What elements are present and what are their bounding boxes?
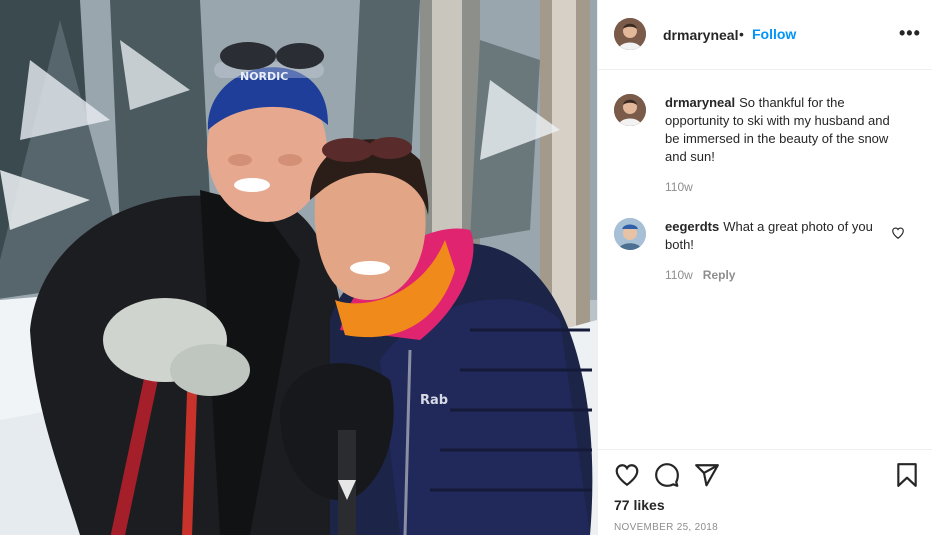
hat-logo: NORDIC: [240, 70, 288, 83]
avatar-image: [614, 18, 646, 50]
more-options-icon[interactable]: •••: [899, 23, 920, 43]
comment-username[interactable]: eegerdts: [665, 219, 719, 234]
reply-button[interactable]: Reply: [703, 268, 736, 282]
jacket-logo: Rab: [420, 393, 448, 408]
post-date[interactable]: NOVEMBER 25, 2018: [614, 522, 718, 533]
comment-icon[interactable]: [654, 462, 680, 488]
header-separator: •: [739, 26, 744, 42]
photo-illustration: NORDIC Rab: [0, 0, 597, 535]
likes-count[interactable]: 77 likes: [614, 497, 665, 513]
caption-age[interactable]: 110w: [665, 180, 693, 194]
caption-meta: 110w: [665, 180, 693, 194]
author-avatar[interactable]: [614, 18, 646, 50]
post-photo[interactable]: NORDIC Rab: [0, 0, 597, 535]
avatar-image: [614, 218, 646, 250]
post-header: drmaryneal • Follow •••: [598, 0, 932, 70]
comment-age[interactable]: 110w: [665, 268, 693, 282]
heart-icon[interactable]: [614, 462, 640, 488]
avatar-image: [614, 94, 646, 126]
bookmark-icon[interactable]: [894, 462, 920, 488]
share-icon[interactable]: [694, 462, 720, 488]
author-username[interactable]: drmaryneal: [663, 27, 738, 43]
caption-text-block: drmaryneal So thankful for the opportunit…: [665, 94, 905, 166]
comment-like-icon[interactable]: [891, 226, 905, 240]
comment-meta: 110w Reply: [665, 268, 735, 282]
commenter-avatar[interactable]: [614, 218, 646, 250]
post-side-panel: drmaryneal • Follow ••• drmaryneal So tha…: [597, 0, 932, 535]
caption-avatar[interactable]: [614, 94, 646, 126]
follow-button[interactable]: Follow: [752, 26, 796, 42]
caption-username[interactable]: drmaryneal: [665, 95, 735, 110]
comment-text-block: eegerdts What a great photo of you both!: [665, 218, 880, 254]
post-actions: 77 likes NOVEMBER 25, 2018: [598, 449, 932, 535]
